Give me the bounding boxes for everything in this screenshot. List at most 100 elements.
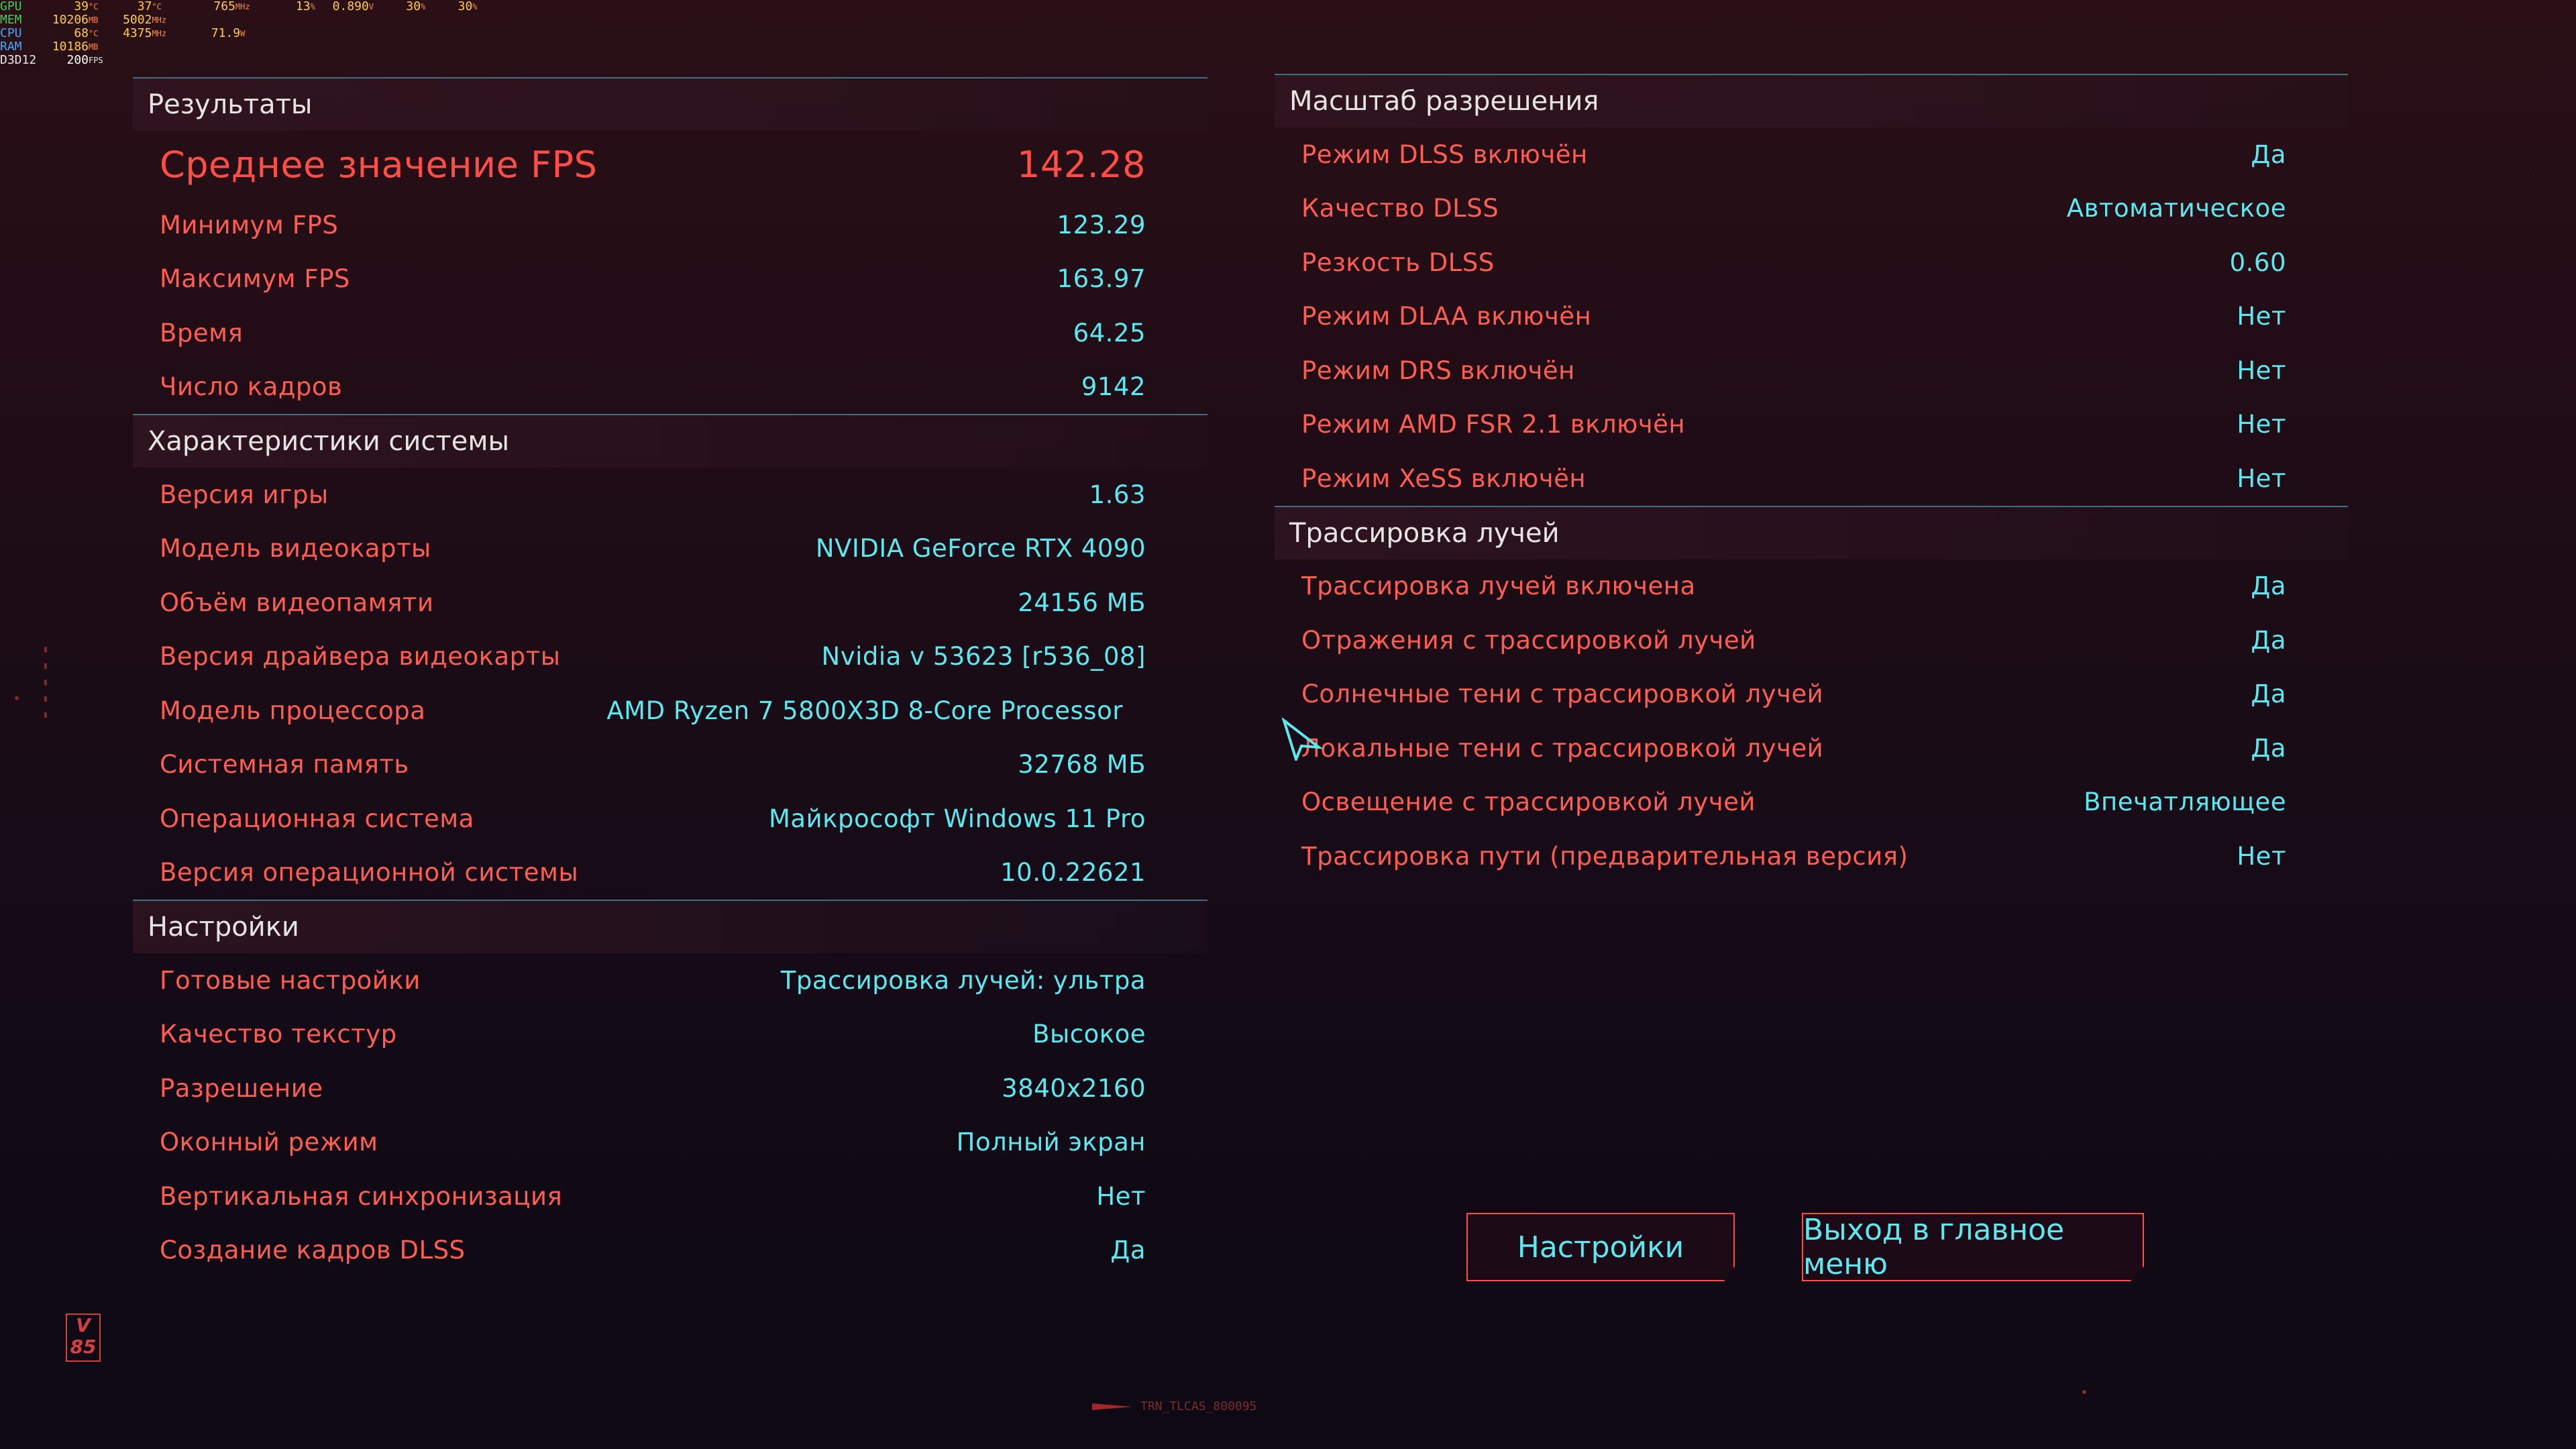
avg-fps-label: Среднее значение FPS <box>160 143 598 186</box>
row-label: Отражения с трассировкой лучей <box>1301 625 1756 655</box>
overlay-unit: °C <box>89 29 99 38</box>
system-row: Системная память 32768 МБ <box>133 738 1208 792</box>
row-label: Режим DRS включён <box>1301 356 1575 385</box>
row-value: Нет <box>2237 841 2286 871</box>
row-label: Освещение с трассировкой лучей <box>1301 788 1756 817</box>
overlay-unit: % <box>310 2 315 11</box>
system-row: Версия драйвера видеокарты Nvidia v 53623… <box>133 630 1208 684</box>
settings-row: Разрешение 3840x2160 <box>133 1061 1208 1116</box>
system-row: Объём видеопамяти 24156 МБ <box>133 576 1208 630</box>
row-value: Да <box>2251 625 2286 655</box>
settings-row: Готовые настройки Трассировка лучей: ульт… <box>133 953 1208 1008</box>
row-value: Высокое <box>1032 1020 1146 1049</box>
section-title: Настройки <box>148 912 299 943</box>
row-value: 32768 МБ <box>1018 750 1146 780</box>
settings-row: Вертикальная синхронизация Нет <box>133 1169 1208 1224</box>
row-label: Готовые настройки <box>160 965 421 995</box>
row-value: Да <box>1110 1236 1146 1265</box>
row-value: Автоматическое <box>2066 194 2286 223</box>
row-value: Nvidia v 53623 [r536_08] <box>821 642 1146 672</box>
overlay-label: CPU <box>0 26 22 40</box>
row-value: Нет <box>2237 410 2286 439</box>
section-title: Характеристики системы <box>148 426 510 457</box>
corner-tag: · <box>2529 164 2532 173</box>
row-label: Трассировка пути (предварительная версия… <box>1301 841 1909 871</box>
scaling-row: Резкость DLSS 0.60 <box>1275 235 2348 290</box>
scaling-row: Режим XeSS включён Нет <box>1275 451 2348 506</box>
build-arrow-icon <box>1092 1403 1132 1410</box>
scaling-row: Режим AMD FSR 2.1 включён Нет <box>1275 398 2348 452</box>
row-label: Версия драйвера видеокарты <box>160 642 561 672</box>
overlay-value: 68 <box>74 26 89 40</box>
overlay-row-d3d12: D3D12 200 FPS <box>0 54 478 67</box>
exit-to-main-menu-button[interactable]: Выход в главное меню <box>1802 1213 2144 1281</box>
overlay-value: 0.890 <box>332 0 369 13</box>
version-logo: V 85 <box>66 1313 101 1362</box>
row-label: Трассировка лучей включена <box>1301 572 1696 601</box>
scaling-row: Режим DLAA включён Нет <box>1275 290 2348 344</box>
scaling-row: Режим DLSS включён Да <box>1275 127 2348 182</box>
result-row: Число кадров 9142 <box>133 360 1208 415</box>
row-label: Время <box>160 318 244 347</box>
overlay-value: 71.9 <box>211 26 241 40</box>
overlay-row-gpu: GPU 39 °C 37 °C 765 MHz 13% 0.890 V 30% 30% <box>0 0 478 13</box>
overlay-value: 39 <box>74 0 89 13</box>
section-title: Трассировка лучей <box>1289 517 1560 549</box>
row-value: 9142 <box>1081 372 1146 402</box>
row-label: Качество текстур <box>160 1020 397 1049</box>
row-value: 0.60 <box>2229 248 2286 277</box>
overlay-unit: FPS <box>89 56 103 65</box>
overlay-unit: °C <box>89 2 99 11</box>
raytracing-row: Отражения с трассировкой лучей Да <box>1275 613 2348 667</box>
row-label: Системная память <box>160 750 409 780</box>
overlay-unit: % <box>472 2 478 11</box>
scaling-row: Режим DRS включён Нет <box>1275 343 2348 398</box>
right-panel: Масштаб разрешения Режим DLSS включён Да … <box>1275 74 2348 883</box>
row-label: Качество DLSS <box>1301 194 1499 223</box>
row-label: Создание кадров DLSS <box>160 1236 466 1265</box>
system-row: Модель процессора AMD Ryzen 7 5800X3D 8-C… <box>133 684 1208 738</box>
row-value: Полный экран <box>956 1128 1146 1157</box>
row-label: Режим DLAA включён <box>1301 302 1592 331</box>
section-results: Результаты <box>133 77 1208 131</box>
row-value: 123.29 <box>1057 210 1146 239</box>
row-label: Максимум FPS <box>160 264 350 294</box>
row-value: NVIDIA GeForce RTX 4090 <box>815 534 1146 564</box>
row-label: Вертикальная синхронизация <box>160 1181 563 1211</box>
row-label: Число кадров <box>160 372 343 402</box>
system-row: Операционная система Майкрософт Windows 1… <box>133 792 1208 846</box>
system-row: Версия игры 1.63 <box>133 468 1208 522</box>
section-raytracing: Трассировка лучей <box>1275 505 2348 559</box>
left-panel: Результаты Среднее значение FPS 142.28 М… <box>133 77 1208 1277</box>
overlay-value: 30 <box>458 0 473 13</box>
row-value: Майкрософт Windows 11 Pro <box>768 804 1146 833</box>
result-row: Минимум FPS 123.29 <box>133 198 1208 252</box>
row-value: AMD Ryzen 7 5800X3D 8-Core Processor <box>606 696 1123 725</box>
overlay-unit: % <box>421 2 426 11</box>
row-label: Операционная система <box>160 804 474 833</box>
overlay-unit: W <box>240 29 246 38</box>
row-value: Да <box>2251 733 2286 763</box>
section-scaling: Масштаб разрешения <box>1275 74 2348 127</box>
row-label: Разрешение <box>160 1073 323 1103</box>
build-text: TRN_TLCAS_800095 <box>1140 1399 1257 1413</box>
overlay-value: 765 <box>213 0 235 13</box>
row-value: 3840x2160 <box>1002 1073 1146 1103</box>
raytracing-row: Трассировка лучей включена Да <box>1275 559 2348 614</box>
overlay-value: 200 <box>66 53 89 67</box>
settings-button[interactable]: Настройки <box>1466 1213 1735 1281</box>
overlay-label: RAM <box>0 40 22 54</box>
system-row: Версия операционной системы 10.0.22621 <box>133 846 1208 900</box>
side-tag: ⁕ <box>13 694 21 703</box>
section-settings: Настройки <box>133 900 1208 953</box>
overlay-value: 13 <box>295 0 311 13</box>
row-label: Минимум FPS <box>160 210 339 239</box>
overlay-label: GPU <box>0 0 22 13</box>
section-system: Характеристики системы <box>133 414 1208 468</box>
row-value: Нет <box>2237 356 2286 385</box>
overlay-row-cpu: CPU 68 °C 4375 MHz 71.9 W <box>0 27 478 40</box>
overlay-value: 5002 <box>123 13 152 27</box>
section-title: Масштаб разрешения <box>1289 86 1599 117</box>
result-row: Максимум FPS 163.97 <box>133 252 1208 307</box>
overlay-unit: V <box>368 2 374 11</box>
